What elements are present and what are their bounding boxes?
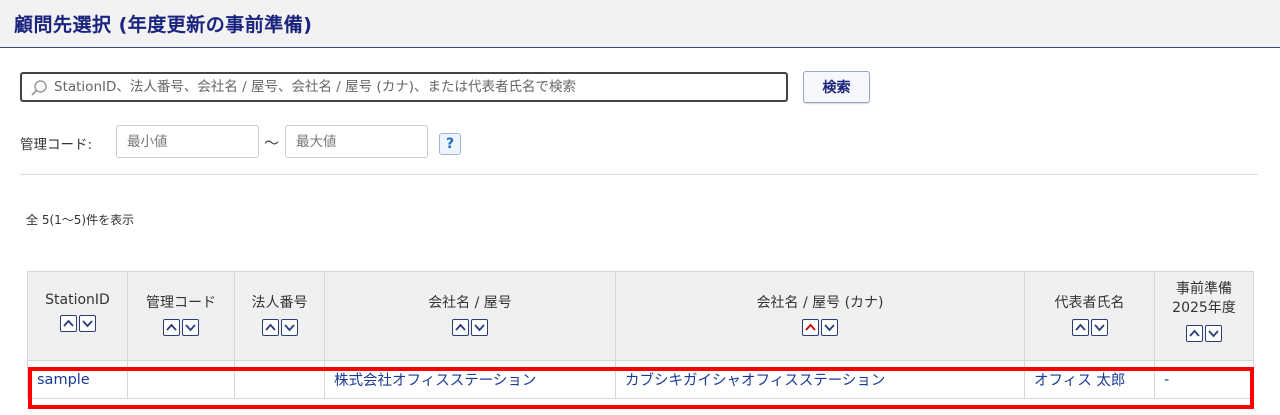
- search-box[interactable]: [20, 72, 788, 102]
- column-header-label: 代表者氏名: [1054, 295, 1125, 311]
- range-separator: 〜: [264, 134, 280, 152]
- sort-asc-button[interactable]: [1071, 319, 1089, 336]
- sort-controls: [1155, 325, 1253, 343]
- chevron-up-icon: [62, 319, 74, 327]
- sort-asc-button[interactable]: [261, 319, 279, 336]
- management-code-min-input[interactable]: [116, 125, 259, 158]
- results-table: StationID 管理コード 法人番号 会社名 / 屋号 会社名 / 屋号 (…: [27, 271, 1254, 399]
- sort-desc-button[interactable]: [1090, 319, 1108, 336]
- chevron-up-icon: [805, 323, 816, 331]
- cell-corporate-number: [234, 360, 325, 399]
- page-header: 顧問先選択 (年度更新の事前準備): [0, 0, 1280, 48]
- cell-prep-2025: -: [1154, 360, 1254, 399]
- sort-asc-button-active[interactable]: [802, 319, 819, 336]
- chevron-up-icon: [1189, 329, 1200, 337]
- sort-desc-button[interactable]: [280, 319, 298, 336]
- sort-controls: [616, 319, 1024, 337]
- result-count: 全 5(1〜5)件を表示: [26, 213, 135, 227]
- column-header-label: 管理コード: [146, 295, 216, 311]
- cell-station-id[interactable]: sample: [27, 360, 128, 399]
- sort-desc-button[interactable]: [182, 319, 199, 336]
- column-header-company-name: 会社名 / 屋号: [324, 271, 616, 361]
- chevron-up-icon: [455, 323, 466, 331]
- table-header-row: StationID 管理コード 法人番号 会社名 / 屋号 会社名 / 屋号 (…: [27, 271, 1254, 361]
- column-header-station-id: StationID: [27, 271, 128, 361]
- column-header-label: 法人番号: [251, 295, 308, 311]
- column-header-company-name-kana: 会社名 / 屋号 (カナ): [615, 271, 1025, 361]
- search-icon: [31, 80, 47, 96]
- column-header-label-line2: 2025年度: [1172, 300, 1236, 316]
- page-title: 顧問先選択 (年度更新の事前準備): [14, 14, 313, 36]
- chevron-down-icon: [1093, 324, 1105, 332]
- sort-controls: [325, 319, 615, 337]
- management-code-label: 管理コード:: [20, 137, 93, 153]
- cell-company-name[interactable]: 株式会社オフィスステーション: [324, 360, 616, 399]
- column-header-representative: 代表者氏名: [1024, 271, 1155, 361]
- chevron-up-icon: [264, 323, 276, 331]
- sort-controls: [128, 319, 234, 337]
- cell-management-code: [127, 360, 235, 399]
- column-header-label: StationID: [45, 292, 110, 308]
- divider: [20, 174, 1258, 175]
- sort-desc-button[interactable]: [471, 319, 488, 336]
- sort-desc-button[interactable]: [1205, 325, 1222, 342]
- cell-representative[interactable]: オフィス 太郎: [1024, 360, 1155, 399]
- chevron-down-icon: [283, 324, 295, 332]
- sort-desc-button[interactable]: [821, 319, 838, 336]
- sort-asc-button[interactable]: [59, 315, 77, 332]
- management-code-max-input[interactable]: [285, 125, 428, 158]
- chevron-down-icon: [185, 324, 196, 332]
- help-button[interactable]: ?: [439, 133, 461, 155]
- column-header-prep-2025: 事前準備 2025年度: [1154, 271, 1254, 361]
- search-button[interactable]: 検索: [803, 71, 870, 103]
- table-row[interactable]: sample 株式会社オフィスステーション カブシキガイシャオフィスステーション…: [27, 360, 1254, 399]
- cell-company-name-kana[interactable]: カブシキガイシャオフィスステーション: [615, 360, 1025, 399]
- sort-asc-button[interactable]: [452, 319, 469, 336]
- column-header-label-line1: 事前準備: [1176, 281, 1232, 297]
- sort-asc-button[interactable]: [163, 319, 180, 336]
- chevron-up-icon: [1074, 323, 1086, 331]
- search-input[interactable]: [54, 74, 782, 100]
- column-header-label: 会社名 / 屋号 (カナ): [756, 295, 884, 311]
- column-header-corporate-number: 法人番号: [234, 271, 325, 361]
- sort-controls: [235, 319, 324, 337]
- chevron-down-icon: [824, 324, 835, 332]
- chevron-down-icon: [81, 320, 93, 328]
- chevron-up-icon: [166, 323, 177, 331]
- column-header-label: 会社名 / 屋号: [428, 295, 512, 311]
- sort-desc-button[interactable]: [78, 315, 96, 332]
- column-header-management-code: 管理コード: [127, 271, 235, 361]
- sort-controls: [1025, 319, 1154, 337]
- sort-controls: [28, 315, 127, 333]
- sort-asc-button[interactable]: [1186, 325, 1203, 342]
- chevron-down-icon: [474, 324, 485, 332]
- chevron-down-icon: [1208, 330, 1219, 338]
